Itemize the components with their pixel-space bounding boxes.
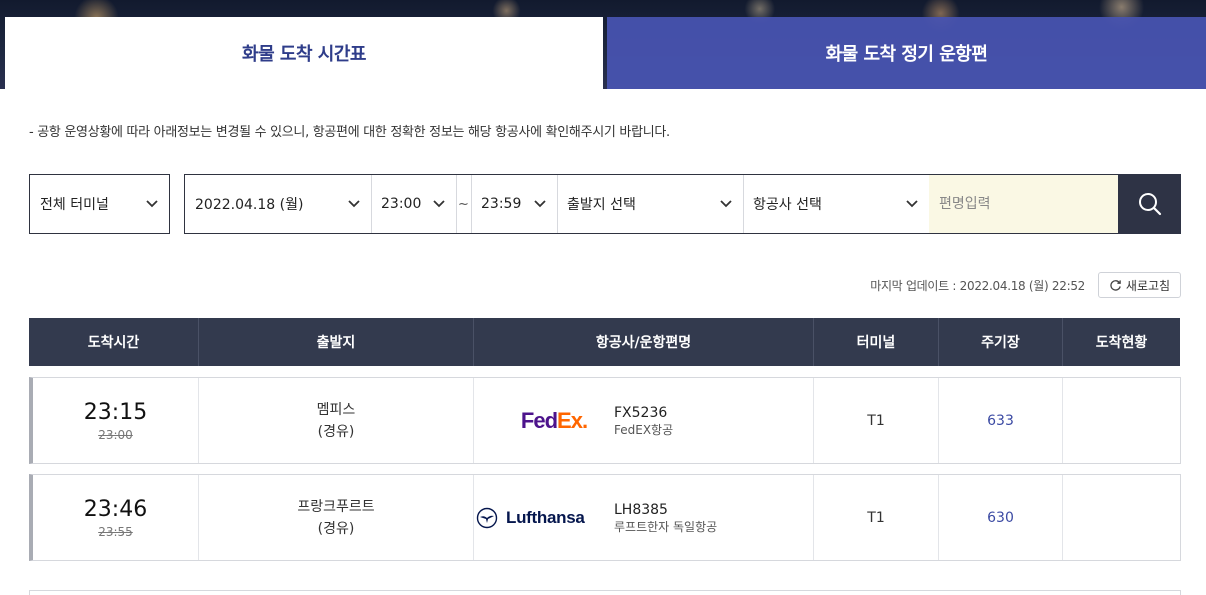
origin-via: (경유) <box>317 520 355 537</box>
refresh-label: 새로고침 <box>1125 278 1171 293</box>
table-row[interactable]: 23:15 23:00 멤피스 (경유) Fed Ex. FX5236 FedEX… <box>29 377 1181 464</box>
scheduled-time: 23:00 <box>98 427 133 442</box>
flight-number: LH8385 <box>614 501 668 518</box>
chevron-down-icon <box>433 200 445 208</box>
table-header: 도착시간 출발지 항공사/운항편명 터미널 주기장 도착현황 <box>29 318 1180 366</box>
terminal-select[interactable]: 전체 터미널 <box>30 175 169 233</box>
search-button[interactable] <box>1118 174 1181 234</box>
time-to-select[interactable]: 23:59 <box>471 175 557 233</box>
refresh-icon <box>1110 279 1121 291</box>
chevron-down-icon <box>534 200 546 208</box>
terminal-select-box: 전체 터미널 <box>29 174 170 234</box>
chevron-down-icon <box>348 200 360 208</box>
date-select[interactable]: 2022.04.18 (월) <box>185 175 371 233</box>
chevron-down-icon <box>146 200 158 208</box>
table-row[interactable] <box>29 590 1181 595</box>
last-update-text: 마지막 업데이트 : 2022.04.18 (월) 22:52 <box>870 279 1085 293</box>
status-cell <box>1063 475 1180 560</box>
terminal-cell: T1 <box>814 378 939 463</box>
airline-name: 루프트한자 독일항공 <box>614 519 718 534</box>
origin-select-value: 출발지 선택 <box>567 197 636 213</box>
time-from-select[interactable]: 23:00 <box>371 175 456 233</box>
fedex-logo: Fed Ex. <box>520 407 588 433</box>
flight-info: LH8385 루프트한자 독일항공 <box>614 501 717 535</box>
col-airline-flight: 항공사/운항편명 <box>474 318 814 366</box>
col-arrival-time: 도착시간 <box>29 318 199 366</box>
lufthansa-logo: Lufthansa <box>476 498 614 538</box>
actual-time: 23:46 <box>83 496 148 522</box>
status-cell <box>1063 378 1180 463</box>
col-stand: 주기장 <box>939 318 1063 366</box>
notice-text: - 공항 운영상황에 따라 아래정보는 변경될 수 있으니, 항공편에 대한 정… <box>29 125 670 140</box>
col-terminal: 터미널 <box>814 318 939 366</box>
table-row[interactable]: 23:46 23:55 프랑크푸르트 (경유) Lufthansa LH8385… <box>29 474 1181 561</box>
time-range-separator: ~ <box>458 196 469 212</box>
stand-cell: 633 <box>939 378 1063 463</box>
tab-cargo-arrival-timetable[interactable]: 화물 도착 시간표 <box>5 17 603 89</box>
origin-via: (경유) <box>317 423 355 440</box>
origin-cell: 멤피스 (경유) <box>199 378 474 463</box>
airline-name: FedEX항공 <box>614 422 674 437</box>
date-select-value: 2022.04.18 (월) <box>195 197 304 213</box>
chevron-down-icon <box>720 200 732 208</box>
origin-name: 프랑크푸르트 <box>297 498 375 515</box>
flight-number-input[interactable] <box>929 175 1118 233</box>
airline-select-value: 항공사 선택 <box>753 197 822 213</box>
origin-select[interactable]: 출발지 선택 <box>557 175 743 233</box>
arrival-time-cell: 23:46 23:55 <box>33 475 199 560</box>
chevron-down-icon <box>906 200 918 208</box>
origin-cell: 프랑크푸르트 (경유) <box>199 475 474 560</box>
stand-cell: 630 <box>939 475 1063 560</box>
terminal-select-value: 전체 터미널 <box>40 197 109 213</box>
time-from-value: 23:00 <box>381 196 422 212</box>
col-origin: 출발지 <box>199 318 474 366</box>
airline-select[interactable]: 항공사 선택 <box>743 175 929 233</box>
scheduled-time: 23:55 <box>98 524 133 539</box>
airline-cell: Lufthansa LH8385 루프트한자 독일항공 <box>474 475 814 560</box>
refresh-button[interactable]: 새로고침 <box>1098 272 1181 298</box>
flight-number: FX5236 <box>614 404 668 421</box>
time-to-value: 23:59 <box>481 196 522 212</box>
search-icon <box>1138 193 1161 216</box>
flight-info: FX5236 FedEX항공 <box>614 404 673 438</box>
origin-name: 멤피스 <box>316 401 356 418</box>
search-filter-group: 2022.04.18 (월) 23:00 ~ 23:59 출발지 선택 항공사 … <box>184 174 1119 234</box>
tab-cargo-arrival-regular-flights[interactable]: 화물 도착 정기 운항편 <box>607 17 1206 89</box>
terminal-cell: T1 <box>814 475 939 560</box>
actual-time: 23:15 <box>83 399 148 425</box>
airline-cell: Fed Ex. FX5236 FedEX항공 <box>474 378 814 463</box>
arrival-time-cell: 23:15 23:00 <box>33 378 199 463</box>
col-arrival-status: 도착현황 <box>1095 335 1148 351</box>
crane-logo-icon <box>476 507 498 528</box>
